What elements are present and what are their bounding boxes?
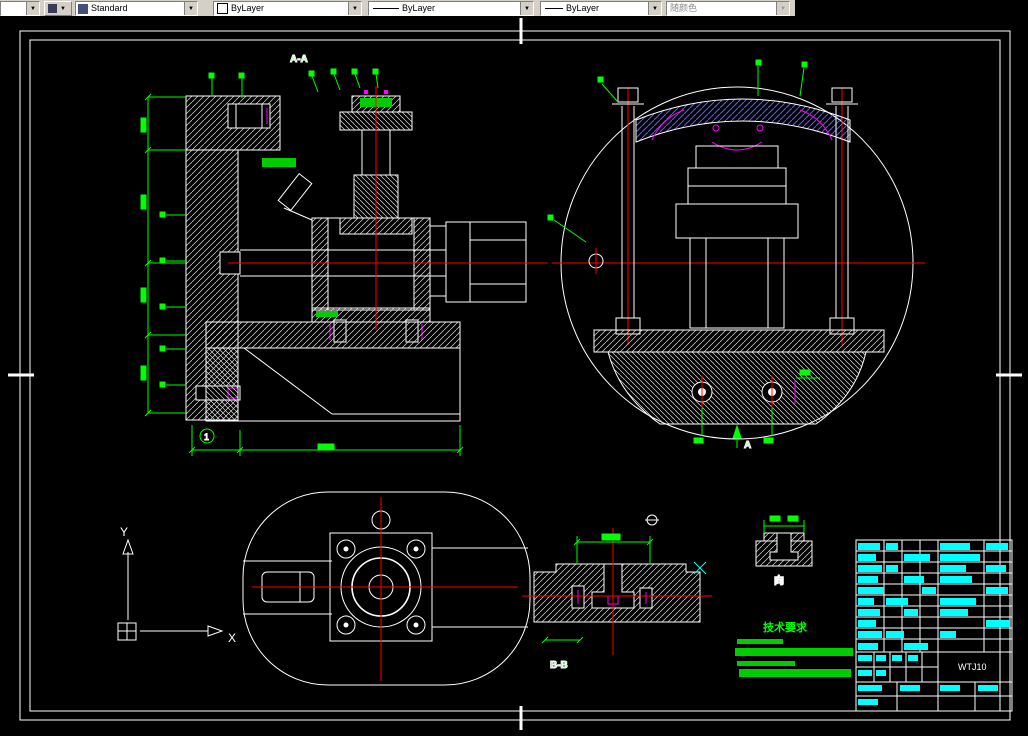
drawing-canvas[interactable]: 1 A-A A Y X B-B 向 技术要求 WTJ10 (0, 16, 1028, 736)
top-view (242, 491, 531, 686)
chevron-down-icon[interactable]: ▼ (648, 2, 661, 15)
linetype-dropdown[interactable]: ByLayer ▼ (368, 1, 534, 16)
linetype-sample-icon (373, 8, 399, 9)
toolbar-strip: ▼ ▼ Standard ▼ ByLayer ▼ ByLayer ▼ ByLay… (0, 0, 795, 17)
chevron-down-icon: ▼ (776, 2, 789, 15)
chevron-down-icon[interactable]: ▼ (520, 2, 533, 15)
ucs-y-label: Y (120, 525, 128, 539)
color-value: ByLayer (231, 3, 265, 13)
layer-dropdown[interactable]: ▼ (0, 1, 40, 16)
linetype-value: ByLayer (402, 3, 436, 13)
plotstyle-value: 随颜色 (670, 3, 698, 13)
ucs-x-label: X (228, 631, 236, 645)
chevron-down-icon[interactable]: ▼ (348, 2, 361, 15)
lineweight-value: ByLayer (566, 3, 600, 13)
lineweight-sample-icon (545, 8, 563, 9)
title-block: WTJ10 (855, 539, 1013, 712)
direction-view-label: 向 (774, 574, 784, 587)
model-space: 1 A-A A Y X B-B 向 技术要求 WTJ10 (0, 16, 1028, 736)
color-swatch-icon (217, 3, 228, 14)
chevron-down-icon[interactable]: ▼ (26, 2, 39, 15)
title-block-highlights (858, 543, 1010, 705)
chevron-down-icon[interactable]: ▼ (184, 2, 197, 15)
tech-requirements: 技术要求 (735, 620, 853, 677)
text-style-dropdown[interactable]: Standard ▼ (75, 1, 198, 16)
section-arrow-label: A (744, 440, 751, 451)
tech-req-line (735, 648, 853, 656)
direction-view: 向 (755, 515, 813, 588)
tool-icon (48, 4, 57, 13)
section-label-bb: B-B (550, 660, 568, 671)
lineweight-dropdown[interactable]: ByLayer ▼ (540, 1, 662, 16)
chevron-down-icon: ▼ (60, 5, 66, 12)
tech-req-line (737, 639, 783, 644)
drawing-number: WTJ10 (958, 662, 987, 672)
ucs-icon: Y X (117, 525, 236, 645)
front-section-view: 1 A-A (140, 54, 548, 456)
balloon-label: 1 (204, 432, 209, 442)
section-label-aa: A-A (290, 54, 308, 65)
toolbar-button[interactable]: ▼ (44, 1, 72, 16)
tech-req-line (739, 669, 851, 677)
style-icon (78, 3, 88, 14)
section-bb-view: B-B (522, 514, 712, 672)
tech-requirements-title: 技术要求 (763, 620, 808, 634)
detail-circle-view: A (547, 59, 925, 452)
text-style-value: Standard (91, 3, 128, 13)
plotstyle-dropdown: 随颜色 ▼ (666, 1, 790, 16)
color-dropdown[interactable]: ByLayer ▼ (213, 1, 362, 16)
properties-toolbar: ▼ ▼ Standard ▼ ByLayer ▼ ByLayer ▼ ByLay… (0, 0, 1028, 17)
tech-req-line (737, 661, 795, 666)
